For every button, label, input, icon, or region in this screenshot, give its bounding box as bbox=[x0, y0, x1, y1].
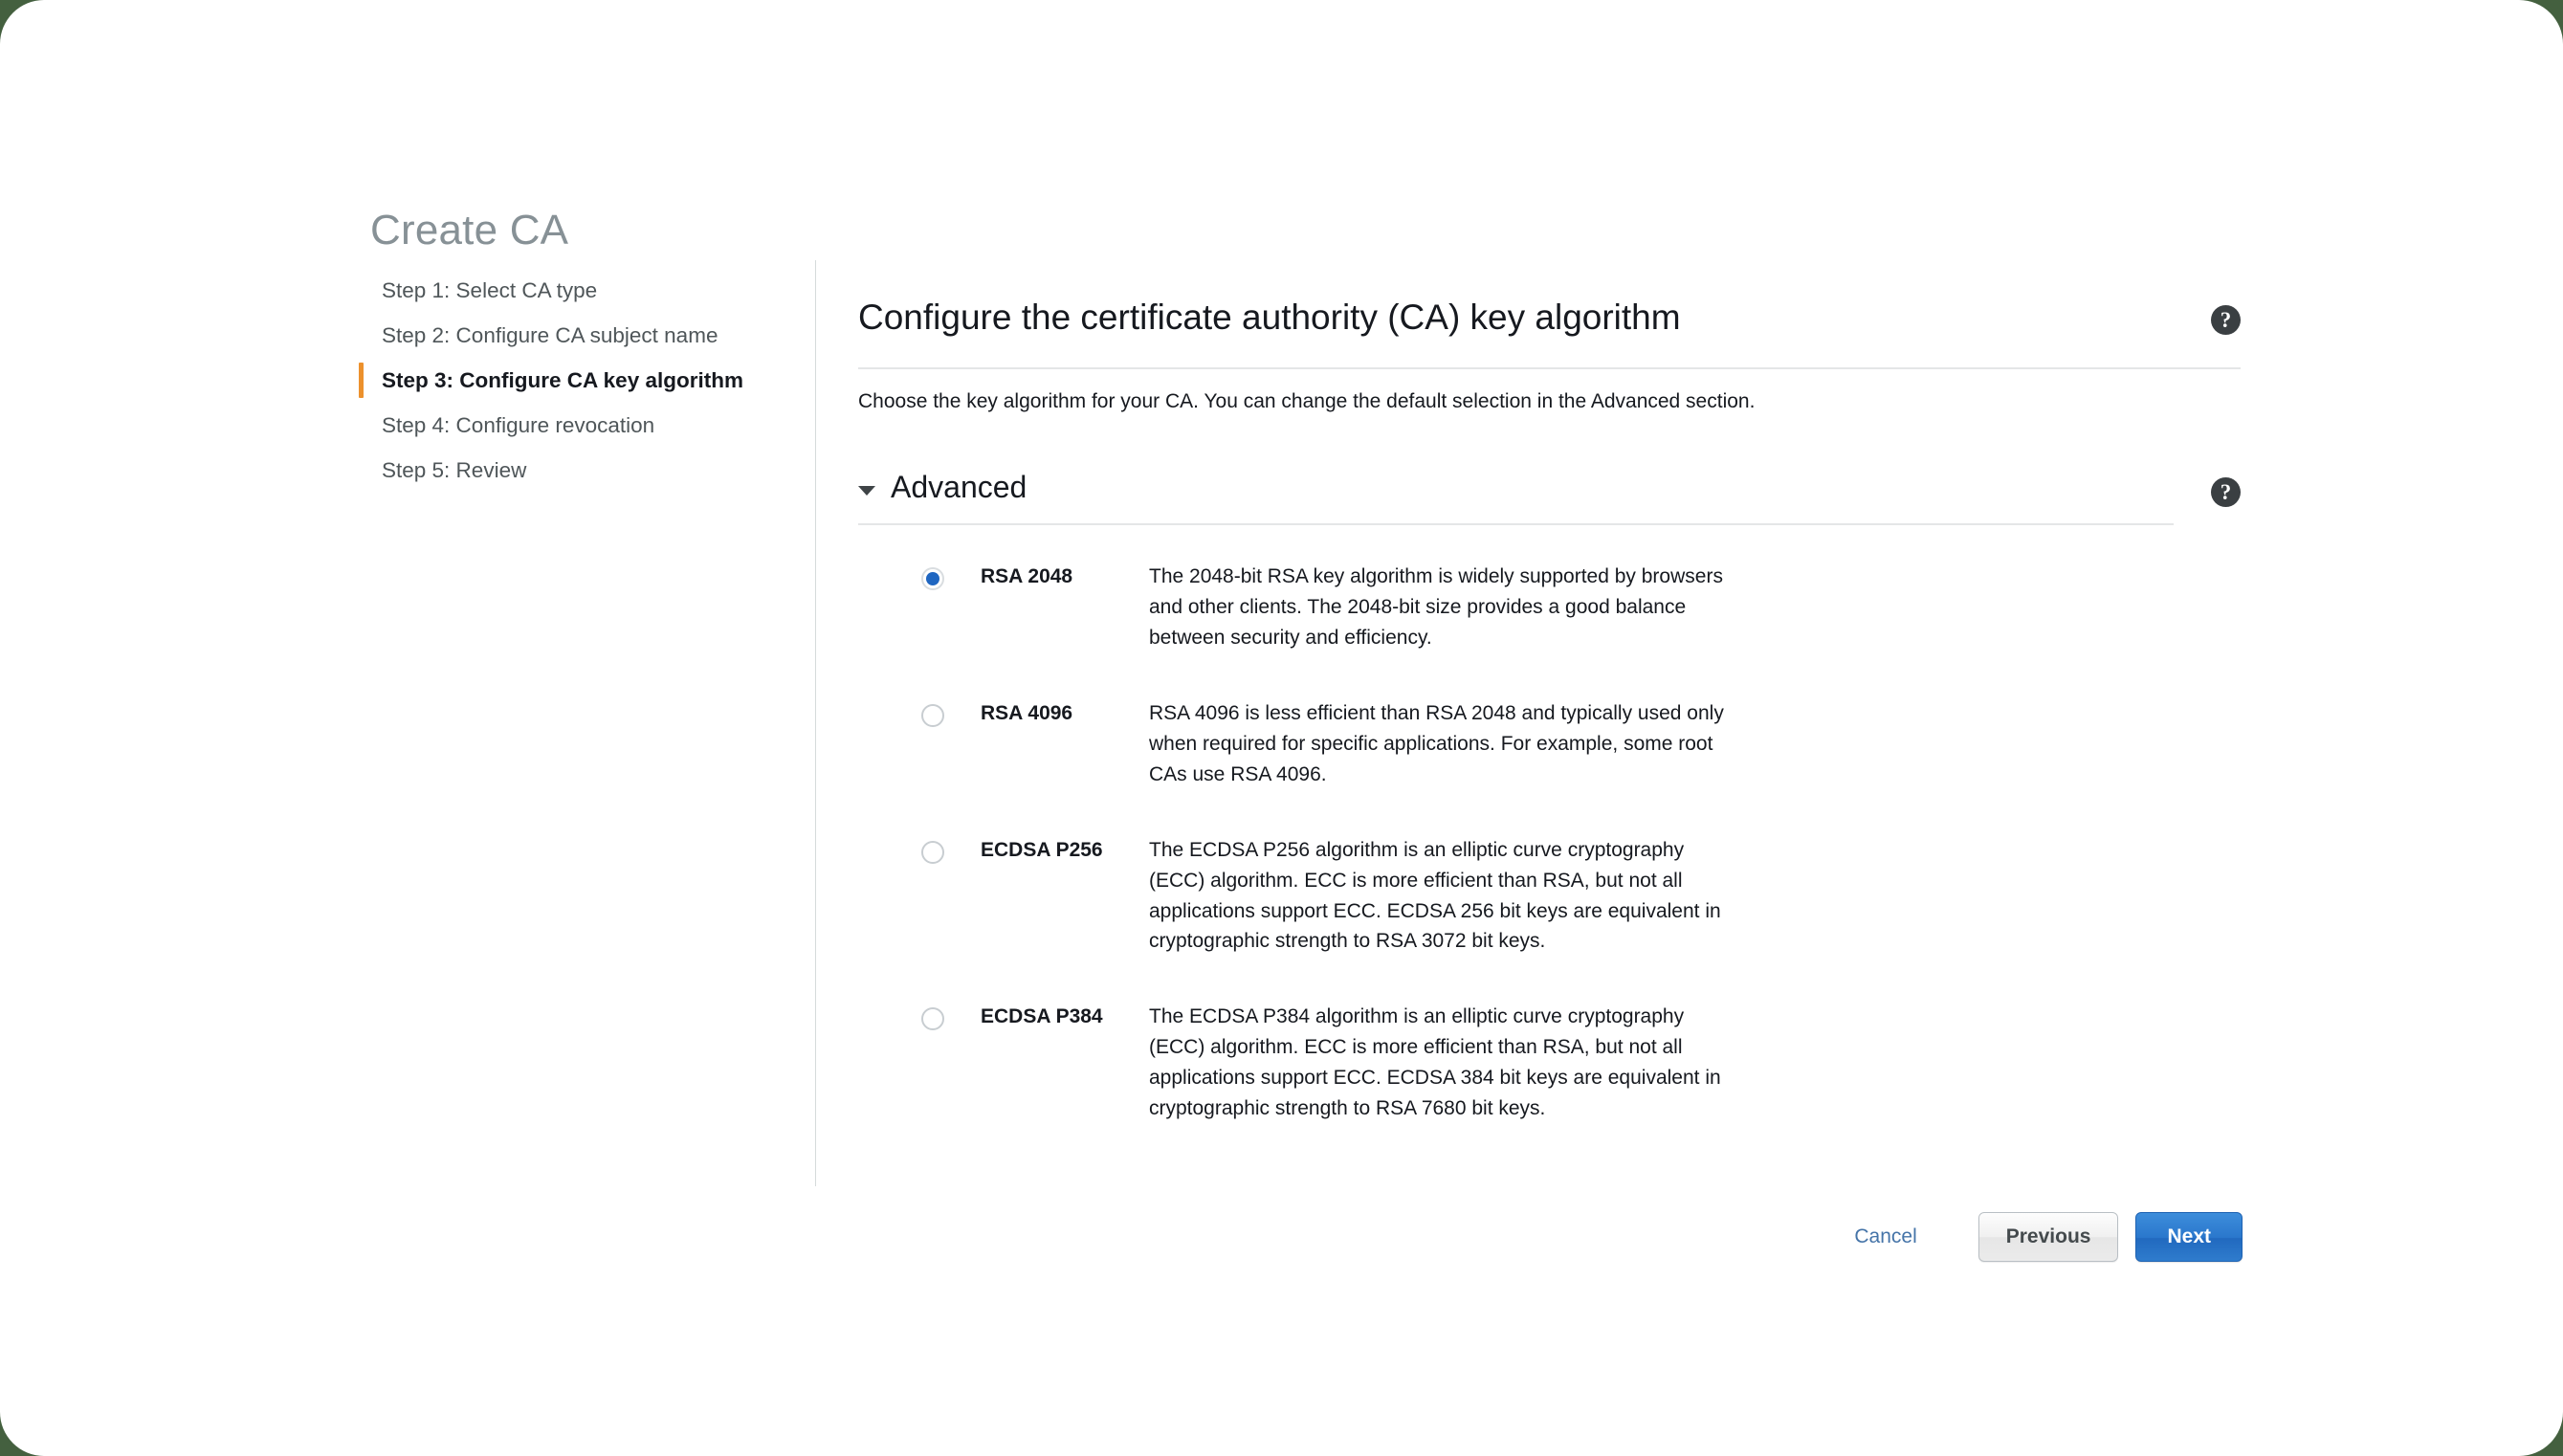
previous-button[interactable]: Previous bbox=[1977, 1212, 2119, 1262]
step-label: Step 5: Review bbox=[382, 457, 527, 482]
content-description: Choose the key algorithm for your CA. Yo… bbox=[858, 389, 1756, 412]
radio-option-rsa-4096[interactable]: RSA 4096 RSA 4096 is less efficient than… bbox=[858, 698, 2241, 790]
help-icon[interactable]: ? bbox=[2211, 304, 2241, 335]
radio-option-description: The ECDSA P256 algorithm is an elliptic … bbox=[1149, 838, 1721, 953]
content-header: Configure the certificate authority (CA)… bbox=[858, 298, 2241, 339]
step-label: Step 1: Select CA type bbox=[382, 277, 598, 302]
radio-option-rsa-2048[interactable]: RSA 2048 The 2048-bit RSA key algorithm … bbox=[858, 562, 2241, 653]
next-button[interactable]: Next bbox=[2135, 1212, 2243, 1262]
radio-option-ecdsa-p384[interactable]: ECDSA P384 The ECDSA P384 algorithm is a… bbox=[858, 1002, 2241, 1124]
radio-option-description: RSA 4096 is less efficient than RSA 2048… bbox=[1149, 702, 1724, 785]
content-heading: Configure the certificate authority (CA)… bbox=[858, 297, 1681, 337]
radio-button[interactable] bbox=[921, 704, 944, 728]
vertical-divider bbox=[815, 260, 816, 1186]
advanced-section-toggle[interactable]: Advanced bbox=[858, 470, 1027, 505]
sidebar-item-step-4[interactable]: Step 4: Configure revocation bbox=[370, 403, 810, 448]
step-navigation: Step 1: Select CA type Step 2: Configure… bbox=[359, 268, 810, 493]
page-title: Create CA bbox=[370, 207, 569, 254]
footer-actions: Cancel Previous Next bbox=[0, 1203, 2563, 1270]
step-label: Step 4: Configure revocation bbox=[382, 412, 655, 437]
heading-divider bbox=[858, 366, 2241, 369]
radio-option-label: RSA 4096 bbox=[981, 702, 1073, 725]
sidebar-item-step-5[interactable]: Step 5: Review bbox=[370, 448, 810, 493]
sidebar-item-step-1[interactable]: Step 1: Select CA type bbox=[370, 268, 810, 313]
radio-button[interactable] bbox=[921, 840, 944, 864]
radio-option-description: The ECDSA P384 algorithm is an elliptic … bbox=[1149, 1005, 1721, 1120]
radio-option-label: ECDSA P256 bbox=[981, 838, 1103, 861]
chevron-down-icon bbox=[858, 485, 875, 496]
advanced-section: Advanced ? bbox=[858, 470, 2241, 526]
cancel-button[interactable]: Cancel bbox=[1841, 1216, 1930, 1258]
step-label: Step 3: Configure CA key algorithm bbox=[382, 367, 743, 392]
advanced-help-icon[interactable]: ? bbox=[2211, 477, 2241, 508]
step-label: Step 2: Configure CA subject name bbox=[382, 322, 718, 347]
radio-button[interactable] bbox=[921, 1007, 944, 1031]
main-content: Configure the certificate authority (CA)… bbox=[858, 268, 2241, 1124]
radio-button[interactable] bbox=[921, 567, 944, 591]
sidebar-item-step-3[interactable]: Step 3: Configure CA key algorithm bbox=[359, 358, 810, 403]
advanced-divider bbox=[858, 523, 2174, 526]
radio-option-label: ECDSA P384 bbox=[981, 1005, 1103, 1028]
radio-option-label: RSA 2048 bbox=[981, 565, 1073, 588]
key-algorithm-radio-group: RSA 2048 The 2048-bit RSA key algorithm … bbox=[858, 562, 2241, 1124]
create-ca-page: Create CA Step 1: Select CA type Step 2:… bbox=[0, 0, 2563, 1456]
wizard-container: Step 1: Select CA type Step 2: Configure… bbox=[359, 260, 2245, 1196]
sidebar-item-step-2[interactable]: Step 2: Configure CA subject name bbox=[370, 313, 810, 358]
radio-option-description: The 2048-bit RSA key algorithm is widely… bbox=[1149, 565, 1723, 650]
radio-option-ecdsa-p256[interactable]: ECDSA P256 The ECDSA P256 algorithm is a… bbox=[858, 835, 2241, 958]
advanced-section-label: Advanced bbox=[891, 470, 1027, 505]
